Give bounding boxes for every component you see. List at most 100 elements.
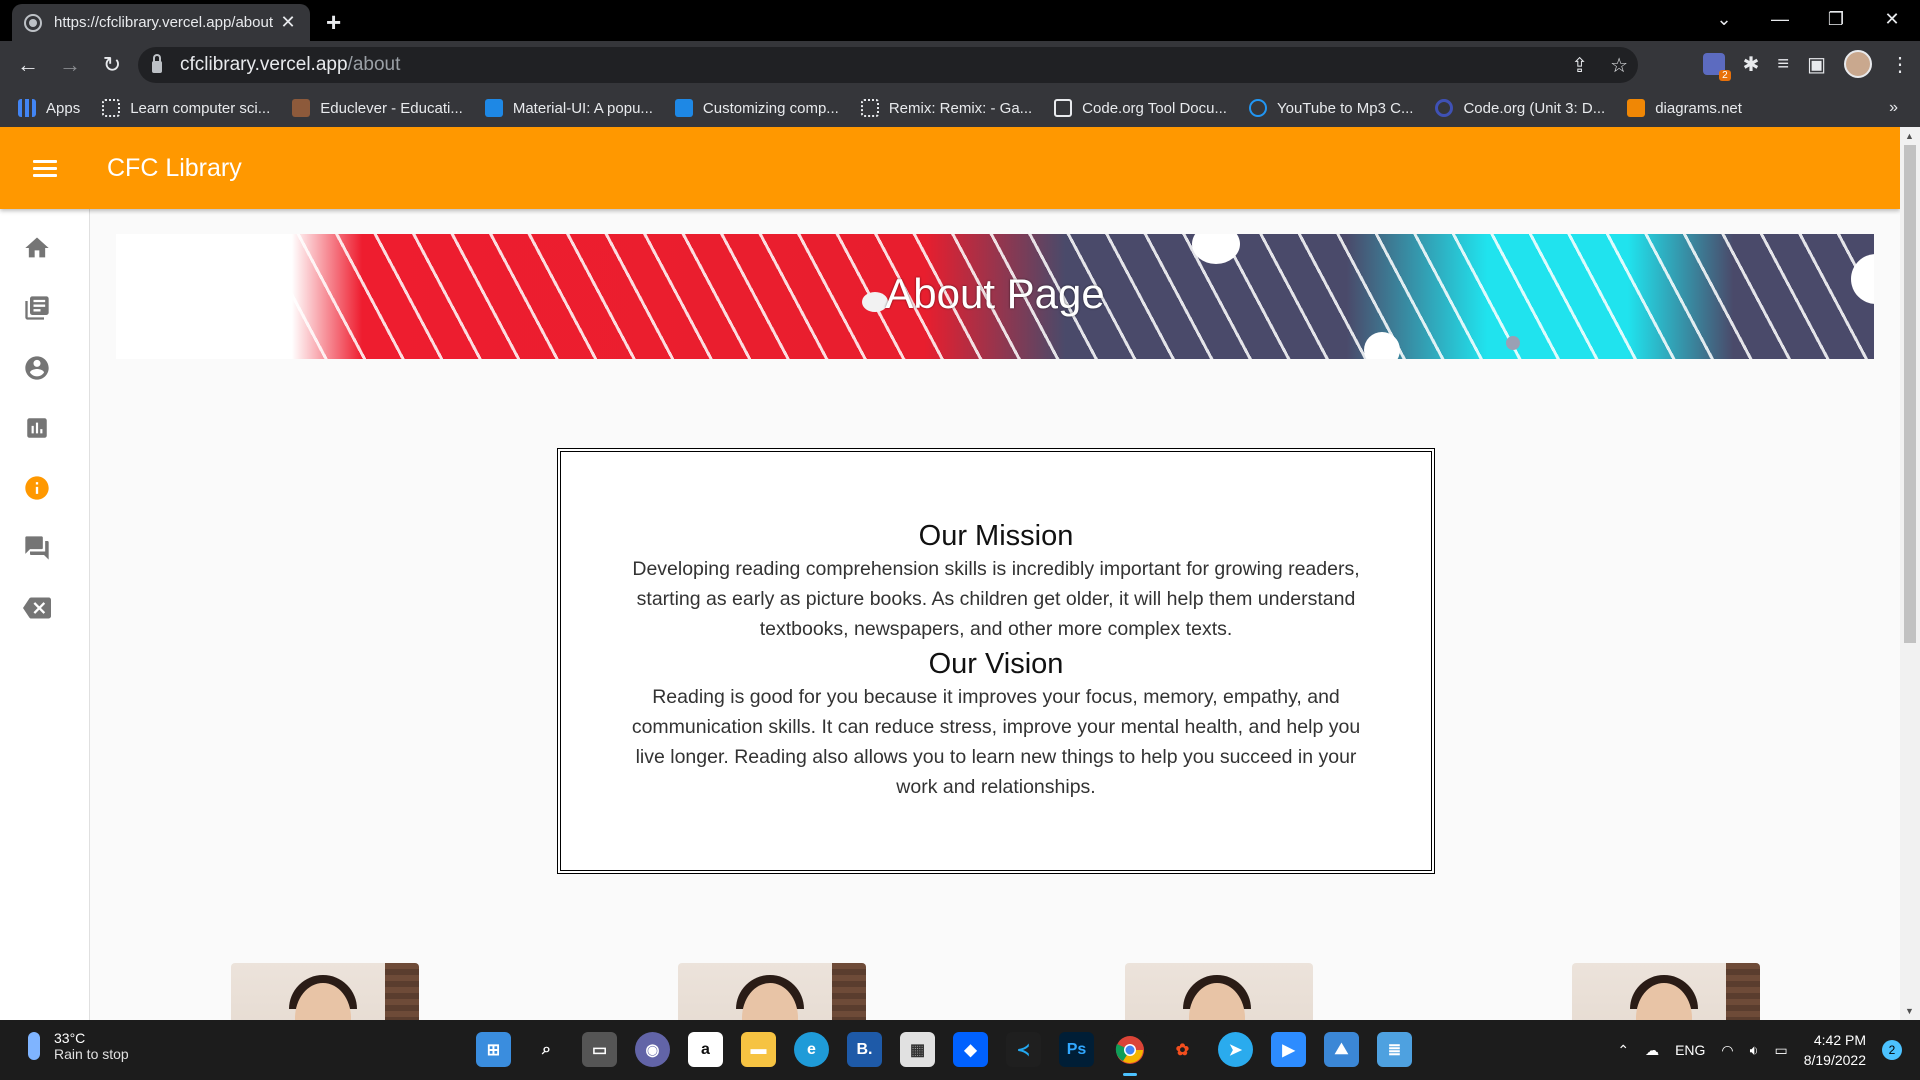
browser-toolbar: ← → ↻ cfclibrary.vercel.app/about ⇪ ☆ [0,41,1920,89]
profile-avatar[interactable] [1844,50,1872,78]
download-icon [1248,99,1267,117]
bookmark-item[interactable]: Remix: Remix: - Ga... [860,99,1033,117]
clock-date: 8/19/2022 [1803,1052,1866,1068]
restore-button[interactable]: ❐ [1808,0,1864,41]
language-indicator[interactable]: ENG [1675,1042,1705,1058]
educlever-icon [292,99,311,117]
chevron-up-icon[interactable]: ⌃ [1617,1042,1629,1059]
notepad-icon[interactable]: ≣ [1377,1032,1412,1067]
bookmark-item[interactable]: diagrams.net [1627,99,1742,117]
bookmark-label: Educlever - Educati... [320,99,463,117]
team-member-photo [678,963,866,1020]
edge-icon[interactable]: e [794,1032,829,1067]
code-org-unit-icon [1435,99,1454,117]
dropbox-icon[interactable]: ◆ [953,1032,988,1067]
extension-icon[interactable]: 2 [1702,53,1731,81]
bookmark-item[interactable]: Material-UI: A popu... [484,99,653,117]
photoshop-icon[interactable]: Ps [1059,1032,1094,1067]
reload-button[interactable]: ↻ [92,52,132,78]
wifi-icon[interactable]: ◠ [1721,1042,1733,1059]
bookmark-item[interactable]: Educlever - Educati... [292,99,463,117]
bookmark-item[interactable]: Code.org Tool Docu... [1054,99,1227,117]
notification-badge[interactable]: 2 [1882,1040,1902,1060]
media-control-icon[interactable]: ≡ [1777,53,1789,76]
more-bookmarks-icon[interactable]: » [1889,99,1898,117]
bookmark-star-icon[interactable]: ☆ [1610,53,1628,78]
scroll-down-arrow-icon[interactable]: ▼ [1905,1006,1914,1016]
banner-title: About Page [885,270,1105,317]
home-icon[interactable] [22,233,52,263]
telegram-icon[interactable]: ➤ [1218,1032,1253,1067]
about-banner: About Page [116,234,1874,359]
page-scrollbar[interactable]: ▲ ▼ [1900,127,1920,1020]
code-org-icon [1054,99,1073,117]
side-panel-icon[interactable]: ▣ [1807,52,1826,77]
clock[interactable]: 4:42 PM 8/19/2022 [1804,1030,1866,1070]
url-path: /about [347,54,401,75]
bookmark-item[interactable]: Learn computer sci... [102,99,270,117]
amazon-icon[interactable]: a [688,1032,723,1067]
taskbar-apps: ⊞ ⌕ ▭ ◉ a ▬ e B. ▦ ◆ ≺ Ps ✿ ➤ ▶ ⛰ ≣ [476,1032,1412,1076]
hamburger-menu-icon[interactable] [33,156,57,181]
teams-chat-icon[interactable]: ◉ [635,1032,670,1067]
new-tab-button[interactable]: + [326,7,341,38]
assessment-icon[interactable] [22,413,52,443]
url-domain: cfclibrary.vercel.app [180,54,348,75]
search-icon[interactable]: ⌕ [529,1032,564,1067]
task-view-icon[interactable]: ▭ [582,1032,617,1067]
bookmark-label: YouTube to Mp3 C... [1276,99,1414,117]
close-window-button[interactable]: ✕ [1864,0,1920,41]
bookmark-label: Customizing comp... [702,99,839,117]
bookmark-item[interactable]: Code.org (Unit 3: D... [1435,99,1605,117]
bookmark-label: Apps [46,99,81,117]
tab-search-icon[interactable]: ⌄ [1696,0,1752,41]
microsoft-store-icon[interactable]: ▦ [900,1032,935,1067]
lock-icon[interactable] [152,54,162,73]
scroll-up-arrow-icon[interactable]: ▲ [1905,131,1914,141]
figma-icon[interactable]: ✿ [1165,1032,1200,1067]
browser-tab[interactable]: https://cfclibrary.vercel.app/about ✕ [12,4,310,41]
menu-kebab-icon[interactable]: ⋮ [1890,52,1910,77]
backspace-icon[interactable] [22,593,52,623]
material-ui-icon [674,99,693,117]
bookmark-item[interactable]: Customizing comp... [674,99,839,117]
address-bar[interactable]: cfclibrary.vercel.app/about ⇪ ☆ [138,47,1638,83]
bookmark-item[interactable]: YouTube to Mp3 C... [1248,99,1414,117]
diagrams-net-icon [1627,99,1646,117]
bookmark-item[interactable]: Apps [18,99,80,117]
puzzle-extensions-icon[interactable]: ✱ [1743,52,1760,77]
minimize-button[interactable]: — [1752,0,1808,41]
windows-taskbar: 33°C Rain to stop ⊞ ⌕ ▭ ◉ a ▬ e B. ▦ ◆ ≺… [0,1020,1920,1080]
battery-icon[interactable]: ▭ [1774,1042,1787,1059]
library-books-icon[interactable] [22,293,52,323]
banner-decor-circle [1364,332,1400,359]
photos-icon[interactable]: ⛰ [1324,1032,1359,1067]
windows-start-icon[interactable]: ⊞ [476,1032,511,1067]
tab-close-icon[interactable]: ✕ [278,12,298,33]
file-explorer-icon[interactable]: ▬ [741,1032,776,1067]
window-controls: ⌄ — ❐ ✕ [1696,0,1920,41]
mission-heading: Our Mission [918,520,1074,552]
scrollbar-thumb[interactable] [1904,145,1916,643]
share-icon[interactable]: ⇪ [1571,53,1588,78]
volume-icon[interactable]: 🔉︎ [1750,1042,1759,1059]
tab-title: https://cfclibrary.vercel.app/about [54,14,273,31]
booking-icon[interactable]: B. [847,1032,882,1067]
account-circle-icon[interactable] [22,353,52,383]
bookmark-label: Material-UI: A popu... [512,99,653,117]
system-tray: ⌃ ☁ ENG ◠ 🔉︎ ▭ 4:42 PM 8/19/2022 2 [1617,1020,1902,1080]
forum-icon[interactable] [22,533,52,563]
vscode-icon[interactable]: ≺ [1006,1032,1041,1067]
info-icon[interactable] [22,473,52,503]
app-bar: CFC Library [0,127,1900,209]
team-member-photo [1572,963,1760,1020]
chrome-icon[interactable] [1112,1032,1147,1076]
zoom-icon[interactable]: ▶ [1271,1032,1306,1067]
forward-button[interactable]: → [50,52,90,78]
onedrive-icon[interactable]: ☁ [1645,1042,1659,1059]
back-button[interactable]: ← [8,52,48,78]
vision-heading: Our Vision [928,648,1064,680]
bookmark-label: Learn computer sci... [130,99,271,117]
bookmark-label: Remix: Remix: - Ga... [888,99,1033,117]
weather-widget[interactable]: 33°C Rain to stop [28,1030,129,1062]
